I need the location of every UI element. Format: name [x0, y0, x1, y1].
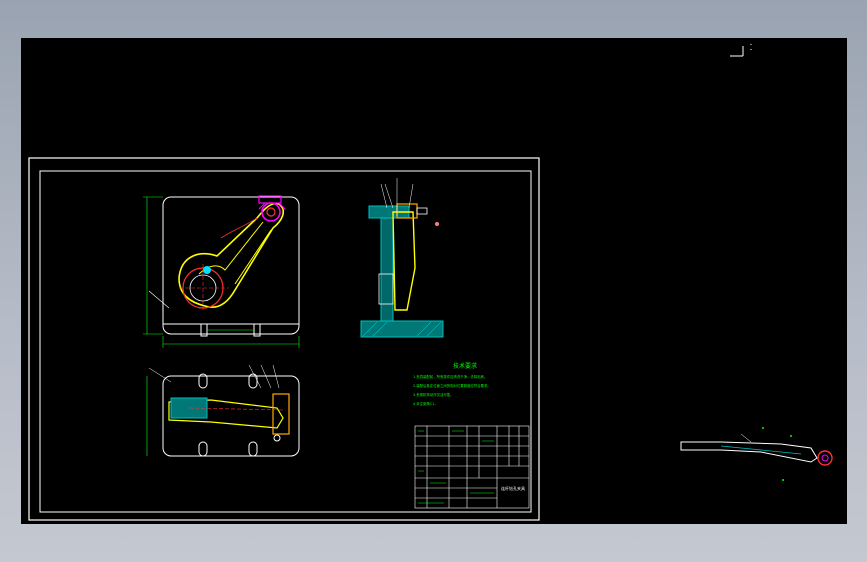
title-block-title: 连杆钻孔夹具 — [501, 485, 525, 491]
notes-title: 技术要求 — [453, 362, 477, 370]
main-view[interactable] — [143, 195, 300, 348]
technical-notes: 技术要求 1.夹具装配前，所有零件应清洗干净，去除毛刺。 2.装配后各定位面之间… — [413, 362, 491, 406]
cad-viewport[interactable]: 技术要求 1.夹具装配前，所有零件应清洗干净，去除毛刺。 2.装配后各定位面之间… — [21, 38, 847, 524]
note-line-1: 1.夹具装配前，所有零件应清洗干净，去除毛刺。 — [413, 374, 487, 379]
sheet-inner-border — [39, 170, 532, 513]
title-block — [414, 425, 530, 509]
note-line-4: 4.未注倒角C1。 — [413, 401, 438, 406]
note-line-3: 3.夹紧机构动作灵活可靠。 — [413, 392, 454, 397]
connecting-rod-part[interactable] — [680, 427, 833, 481]
note-line-2: 2.装配后各定位面之间的相对位置精度应符合要求。 — [413, 383, 491, 388]
top-view[interactable] — [146, 364, 300, 457]
side-view[interactable] — [360, 178, 444, 338]
crosshair-cursor-icon — [730, 44, 752, 57]
